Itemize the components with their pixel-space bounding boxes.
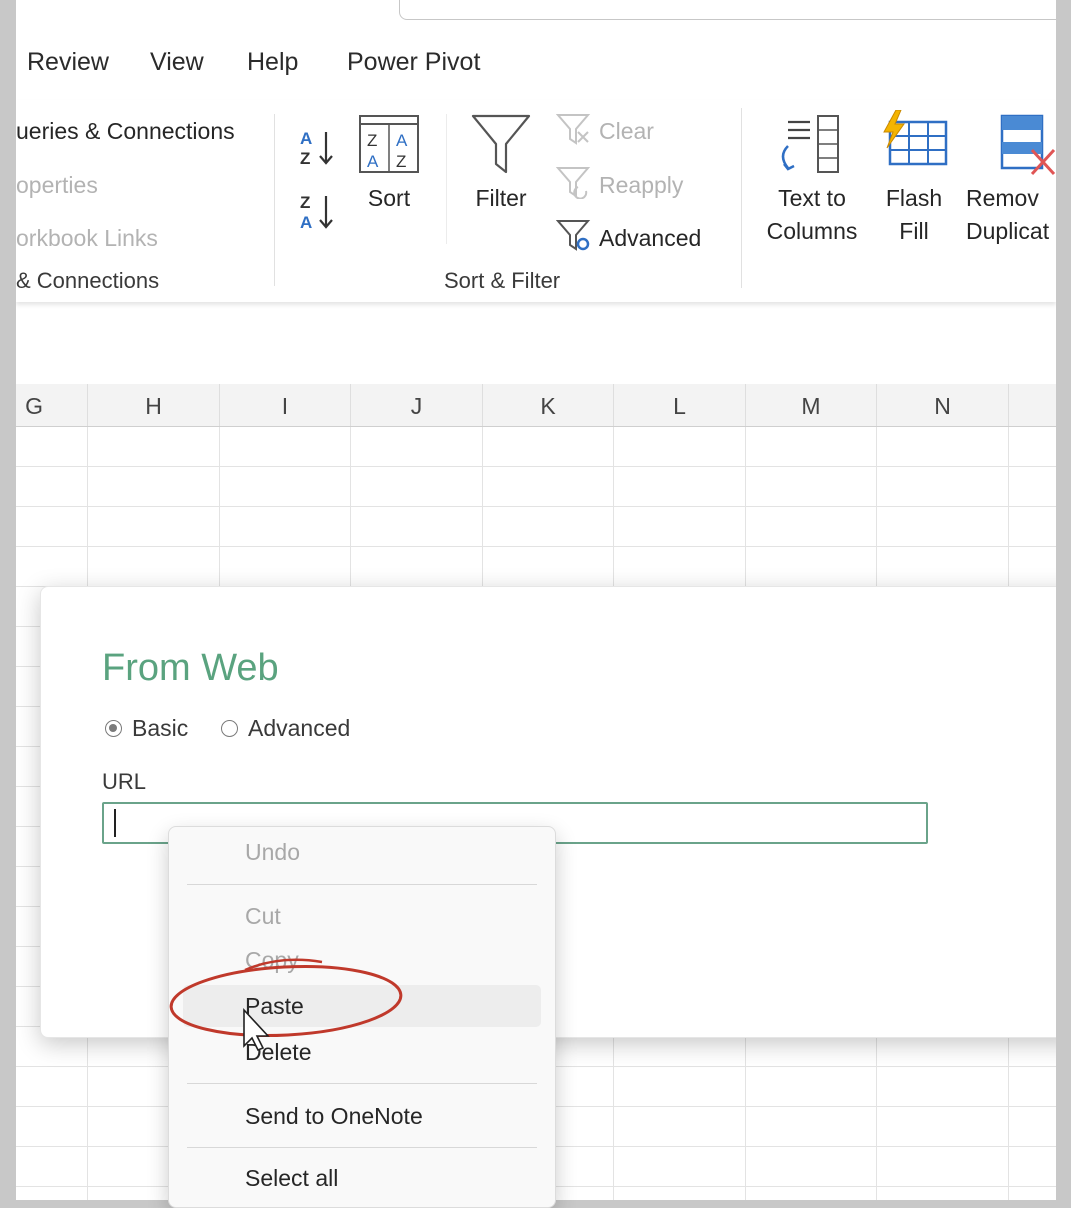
sort-filter-group-label: Sort & Filter xyxy=(444,268,561,293)
group-separator xyxy=(274,114,275,286)
column-header[interactable]: J xyxy=(351,384,483,426)
queries-connections-button[interactable]: ueries & Connections xyxy=(16,118,235,145)
column-headers: G H I J K L M N xyxy=(16,384,1056,427)
text-to-columns-label[interactable]: Text to Columns xyxy=(756,182,868,248)
menu-item-undo[interactable]: Undo xyxy=(245,839,300,866)
queries-group-label: & Connections xyxy=(16,268,160,293)
menu-item-select-all[interactable]: Select all xyxy=(245,1165,338,1192)
properties-button[interactable]: operties xyxy=(16,172,98,199)
tab-power-pivot[interactable]: Power Pivot xyxy=(347,48,480,77)
svg-text:A: A xyxy=(367,152,379,171)
tab-view[interactable]: View xyxy=(150,48,204,77)
advanced-button[interactable]: Advanced xyxy=(599,225,701,252)
context-menu: Undo Cut Copy Paste Delete Send to OneNo… xyxy=(168,826,556,1208)
group-separator xyxy=(741,108,742,288)
menu-item-copy[interactable]: Copy xyxy=(245,947,299,974)
flash-fill-icon[interactable] xyxy=(878,110,950,176)
svg-text:Z: Z xyxy=(300,193,310,212)
flash-fill-label[interactable]: Flash Fill xyxy=(874,182,954,248)
search-box[interactable] xyxy=(399,0,1056,20)
url-label: URL xyxy=(102,769,147,794)
radio-basic-label: Basic xyxy=(132,715,189,741)
svg-text:A: A xyxy=(396,131,408,150)
menu-item-highlight xyxy=(183,985,541,1027)
filter-icon[interactable] xyxy=(470,112,532,178)
svg-text:Z: Z xyxy=(300,149,310,168)
filter-button-label[interactable]: Filter xyxy=(464,182,538,215)
clear-filter-icon[interactable] xyxy=(556,112,592,146)
column-header[interactable]: K xyxy=(483,384,614,426)
clear-button[interactable]: Clear xyxy=(599,118,654,145)
sort-ascending-icon[interactable]: A Z xyxy=(298,126,338,170)
column-header[interactable]: I xyxy=(220,384,351,426)
radio-advanced[interactable]: Advanced xyxy=(221,715,350,742)
menu-item-delete[interactable]: Delete xyxy=(245,1039,311,1066)
menu-separator xyxy=(187,1083,537,1084)
svg-text:Z: Z xyxy=(396,152,406,171)
column-header[interactable]: H xyxy=(88,384,220,426)
ribbon: ueries & Connections operties orkbook Li… xyxy=(16,100,1056,302)
radio-unselected-icon xyxy=(221,720,238,737)
column-header[interactable]: N xyxy=(877,384,1009,426)
reapply-button[interactable]: Reapply xyxy=(599,172,683,199)
text-to-columns-icon[interactable] xyxy=(774,112,844,178)
menu-item-send-to-onenote[interactable]: Send to OneNote xyxy=(245,1103,423,1130)
tab-review[interactable]: Review xyxy=(27,48,109,77)
remove-duplicates-label[interactable]: Remov Duplicat xyxy=(966,182,1056,248)
radio-basic[interactable]: Basic xyxy=(105,715,188,742)
group-separator xyxy=(446,114,447,244)
text-cursor xyxy=(114,809,116,837)
remove-duplicates-icon[interactable] xyxy=(1000,112,1056,178)
radio-selected-icon xyxy=(105,720,122,737)
menu-separator xyxy=(187,884,537,885)
sort-descending-icon[interactable]: Z A xyxy=(298,190,338,234)
column-header[interactable]: L xyxy=(614,384,746,426)
column-header[interactable]: M xyxy=(746,384,877,426)
tab-help[interactable]: Help xyxy=(247,48,298,77)
advanced-filter-icon[interactable] xyxy=(556,218,592,252)
reapply-filter-icon[interactable] xyxy=(556,165,592,199)
radio-advanced-label: Advanced xyxy=(248,715,351,741)
svg-text:Z: Z xyxy=(367,131,377,150)
sort-icon[interactable]: Z A A Z xyxy=(358,114,420,174)
svg-text:A: A xyxy=(300,213,312,232)
menu-item-paste[interactable]: Paste xyxy=(245,993,304,1020)
menu-item-cut[interactable]: Cut xyxy=(245,903,281,930)
column-header[interactable]: G xyxy=(16,384,88,426)
dialog-title: From Web xyxy=(102,647,279,689)
menu-separator xyxy=(187,1147,537,1148)
svg-text:A: A xyxy=(300,129,312,148)
formula-bar[interactable] xyxy=(16,312,1056,372)
workbook-links-button[interactable]: orkbook Links xyxy=(16,225,158,252)
sort-button-label[interactable]: Sort xyxy=(352,182,426,215)
